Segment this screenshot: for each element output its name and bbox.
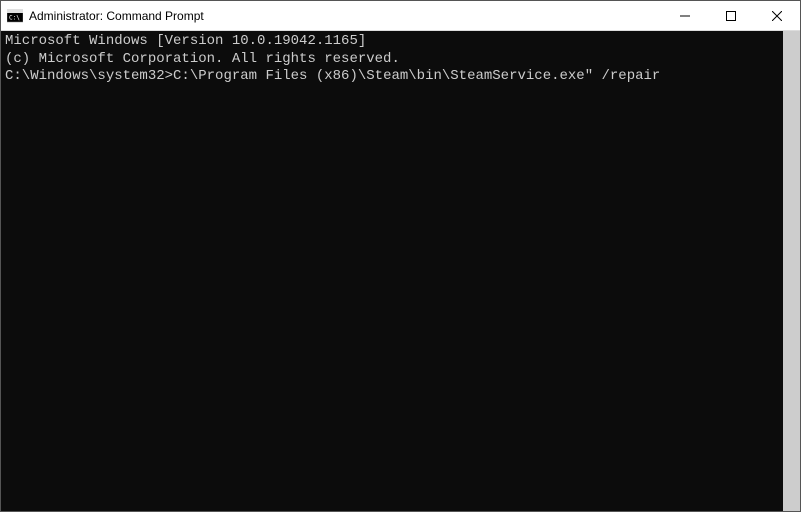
command-prompt-window: C:\ Administrator: Command Prompt [0,0,801,512]
terminal-output[interactable]: Microsoft Windows [Version 10.0.19042.11… [1,31,783,511]
content-area: Microsoft Windows [Version 10.0.19042.11… [1,31,800,511]
app-icon: C:\ [7,8,23,24]
minimize-button[interactable] [662,1,708,30]
svg-text:C:\: C:\ [9,14,20,21]
terminal-line: Microsoft Windows [Version 10.0.19042.11… [5,33,779,51]
scrollbar-thumb[interactable] [783,31,800,511]
window-controls [662,1,800,30]
command-input[interactable]: C:\Program Files (x86)\Steam\bin\SteamSe… [173,68,660,84]
close-icon [772,11,782,21]
close-button[interactable] [754,1,800,30]
maximize-button[interactable] [708,1,754,30]
terminal-prompt-line: C:\Windows\system32>C:\Program Files (x8… [5,68,779,86]
terminal-line: (c) Microsoft Corporation. All rights re… [5,51,779,69]
window-title: Administrator: Command Prompt [29,9,662,23]
vertical-scrollbar[interactable] [783,31,800,511]
titlebar[interactable]: C:\ Administrator: Command Prompt [1,1,800,31]
minimize-icon [680,11,690,21]
prompt-path: C:\Windows\system32> [5,68,173,84]
maximize-icon [726,11,736,21]
